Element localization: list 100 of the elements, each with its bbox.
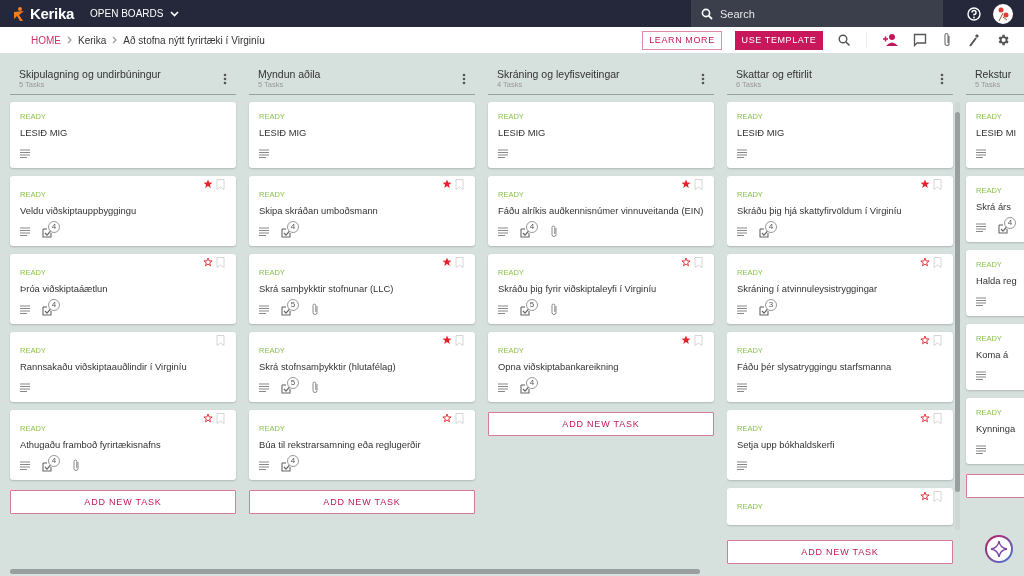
chat-icon[interactable] (913, 33, 927, 47)
description-icon (976, 445, 986, 454)
null (42, 460, 53, 472)
description-icon (20, 227, 30, 236)
star-outline-icon[interactable] (920, 413, 930, 423)
null (520, 304, 531, 316)
avatar[interactable] (993, 3, 1013, 24)
chevron-right-icon (67, 36, 72, 44)
logo-icon (12, 5, 26, 22)
null (520, 226, 531, 238)
description-icon (976, 223, 986, 232)
description-icon (737, 149, 747, 158)
task-title: Opna viðskiptabankareikning (498, 361, 620, 372)
description-icon (20, 149, 30, 158)
task-title: Skráðu þig hjá skattyfirvöldum í Virginíu (737, 205, 903, 216)
null (759, 226, 770, 238)
column-title: Rekstur (975, 68, 1013, 80)
wand-icon[interactable] (967, 33, 981, 47)
description-icon (259, 149, 269, 158)
task-title: Halda reg (976, 275, 1018, 286)
search-field[interactable]: Search (691, 0, 943, 27)
null (281, 226, 292, 238)
logo[interactable]: Kerika (30, 5, 75, 22)
open-boards-menu[interactable]: OPEN BOARDS (90, 8, 180, 19)
description-icon (498, 305, 508, 314)
settings-icon[interactable] (996, 33, 1010, 47)
star-outline-icon[interactable] (920, 257, 930, 267)
search-icon[interactable] (837, 33, 851, 47)
column-title: Skipulagning og undirbúningur (19, 68, 162, 80)
description-icon (737, 227, 747, 236)
add-task-button[interactable]: ADD NEW TASK (10, 490, 236, 514)
task-title: Koma á (976, 349, 1010, 360)
task-title: Veldu viðskiptauppbyggingu (20, 205, 138, 216)
task-title: Þróa viðskiptaáætlun (20, 283, 109, 294)
description-icon (20, 383, 30, 392)
star-outline-icon[interactable] (442, 413, 452, 423)
column-title: Myndun aðila (258, 68, 322, 80)
task-title: Skráðu þig fyrir viðskiptaleyfi í Virginíu (498, 283, 658, 294)
task-title: Fáðu þér slysatryggingu starfsmanna (737, 361, 893, 372)
breadcrumb-item[interactable]: Að stofna nýtt fyrirtæki í Virginíu (123, 34, 265, 46)
more-icon[interactable] (462, 72, 466, 85)
task-title: Búa til rekstrarsamning eða reglugerðir (259, 439, 422, 450)
star-icon[interactable] (920, 179, 930, 189)
attachment-icon[interactable] (942, 32, 952, 48)
star-icon[interactable] (442, 335, 452, 345)
chevron-right-icon (112, 36, 118, 44)
description-icon (737, 383, 747, 392)
more-icon[interactable] (940, 72, 944, 85)
star-icon[interactable] (681, 335, 691, 345)
more-icon[interactable] (701, 72, 705, 85)
more-icon[interactable] (223, 72, 227, 85)
column-title: Skráning og leyfisveitingar (497, 68, 621, 80)
description-icon (498, 149, 508, 158)
description-icon (976, 371, 986, 380)
description-icon (259, 305, 269, 314)
null (759, 304, 770, 316)
task-title: Skráning í atvinnuleysistryggingar (737, 283, 879, 294)
assistant-button[interactable] (984, 534, 1014, 564)
add-task-button[interactable]: ADD NEW TASK (249, 490, 475, 514)
column-title: Skattar og eftirlit (736, 68, 813, 80)
star-outline-icon[interactable] (203, 257, 213, 267)
description-icon (20, 305, 30, 314)
star-outline-icon[interactable] (203, 413, 213, 423)
task-title: Athugaðu framboð fyrirtækisnafns (20, 439, 162, 450)
star-icon[interactable] (442, 257, 452, 267)
help-icon[interactable] (967, 6, 981, 21)
task-title: Skrá samþykktir stofnunar (LLC) (259, 283, 395, 294)
task-title: LESIÐ MIG (737, 127, 786, 138)
task-title: Kynninga (976, 423, 1017, 434)
null (281, 460, 292, 472)
task-title: Skrá árs (976, 201, 1012, 212)
task-title: Skipa skráðan umboðsmann (259, 205, 379, 216)
description-icon (976, 149, 986, 158)
task-title: Setja upp bókhaldskerfi (737, 439, 836, 450)
description-icon (737, 461, 747, 470)
null (281, 382, 292, 394)
add-task-button[interactable]: ADD NEW TASK (488, 412, 714, 436)
description-icon (737, 305, 747, 314)
task-title: LESIÐ MIG (20, 127, 69, 138)
null (520, 382, 531, 394)
add-task-button[interactable]: ADD NEW TASK (727, 540, 953, 564)
breadcrumb-item[interactable]: Kerika (78, 34, 107, 46)
vertical-scrollbar[interactable] (955, 102, 960, 530)
star-icon[interactable] (442, 179, 452, 189)
star-outline-icon[interactable] (681, 257, 691, 267)
learn-more-button[interactable]: LEARN MORE (642, 30, 722, 50)
task-title: Fáðu alríkis auðkennisnúmer vinnuveitanda (EIN) (498, 205, 705, 216)
add-person-icon[interactable] (882, 33, 898, 47)
home-link[interactable]: HOME (31, 34, 61, 46)
use-template-button[interactable]: USE TEMPLATE (735, 30, 823, 50)
star-outline-icon[interactable] (920, 335, 930, 345)
null (42, 226, 53, 238)
star-icon[interactable] (203, 179, 213, 189)
null (42, 304, 53, 316)
description-icon (498, 227, 508, 236)
description-icon (976, 297, 986, 306)
star-outline-icon[interactable] (920, 491, 930, 501)
star-icon[interactable] (681, 179, 691, 189)
task-title: Skrá stofnsamþykktir (hlutafélag) (259, 361, 397, 372)
chevron-down-icon (170, 10, 180, 17)
